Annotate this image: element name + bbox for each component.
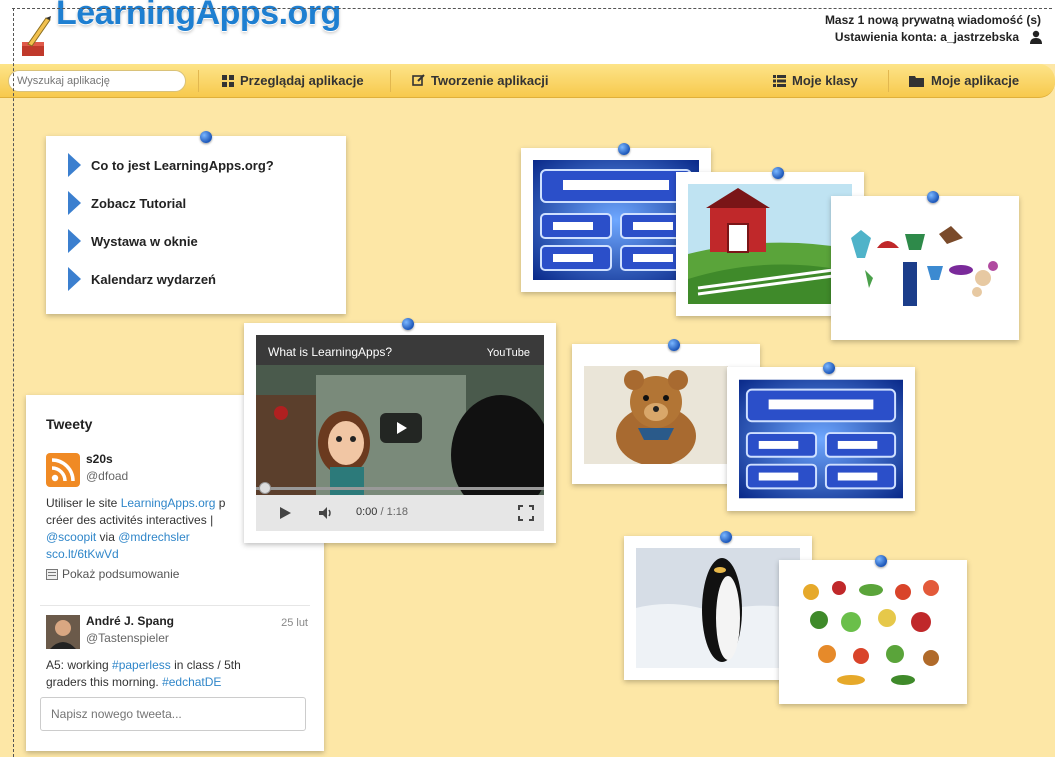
nav-browse-label: Przeglądaj aplikacje xyxy=(240,73,364,88)
pin-icon xyxy=(772,167,784,179)
menu-item-calendar[interactable]: Kalendarz wydarzeń xyxy=(68,267,216,291)
video-player[interactable]: What is LearningApps? YouTube 0:00 / 1:1… xyxy=(256,335,544,531)
tweet-short-link[interactable]: sco.lt/6tKwVd xyxy=(46,546,119,562)
menu-item-showcase[interactable]: Wystawa w oknie xyxy=(68,229,198,253)
nav-my-apps[interactable]: Moje aplikacje xyxy=(909,73,1019,88)
tweet-link[interactable]: LearningApps.org xyxy=(121,496,216,510)
pin-icon xyxy=(618,143,630,155)
play-small-icon[interactable] xyxy=(278,506,292,520)
selection-border xyxy=(13,8,14,757)
pin-icon xyxy=(823,362,835,374)
list-icon xyxy=(773,74,786,87)
tweet-author[interactable]: André J. Spang xyxy=(86,613,174,629)
app-window: LearningApps.org Masz 1 nową prywatną wi… xyxy=(0,0,1055,757)
clothes-image xyxy=(843,208,1007,328)
app-thumbnail-vegetables[interactable] xyxy=(779,555,967,704)
app-thumbnail-clothes[interactable] xyxy=(831,191,1019,340)
video-title[interactable]: What is LearningApps? xyxy=(268,345,392,359)
tweet-hashtag[interactable]: #paperless xyxy=(112,658,171,672)
pin-icon xyxy=(720,531,732,543)
video-card: What is LearningApps? YouTube 0:00 / 1:1… xyxy=(244,318,556,543)
selection-border xyxy=(12,8,1052,9)
tweet-handle[interactable]: @Tastenspieler xyxy=(86,630,169,646)
tweets-title: Tweety xyxy=(46,416,93,432)
video-current-time: 0:00 xyxy=(356,506,378,518)
user-icon[interactable] xyxy=(1029,30,1043,44)
nav-my-apps-label: Moje aplikacje xyxy=(931,73,1020,88)
play-button[interactable] xyxy=(380,413,422,443)
grid-icon xyxy=(222,74,234,87)
menu-item-label: Kalendarz wydarzeń xyxy=(91,271,216,287)
fullscreen-icon[interactable] xyxy=(518,505,534,521)
nav-divider xyxy=(888,70,889,92)
play-icon xyxy=(397,422,407,434)
folder-icon xyxy=(909,75,924,87)
pin-icon xyxy=(875,555,887,567)
tweet-text: in class / 5th xyxy=(170,658,241,672)
show-summary-link[interactable]: Pokaż podsumowanie xyxy=(46,566,179,582)
tweet-text: graders this morning. xyxy=(46,675,163,689)
header-account: Masz 1 nową prywatną wiadomość (s) Ustaw… xyxy=(825,12,1043,46)
tweet-author[interactable]: s20s xyxy=(86,451,113,467)
arrow-right-icon xyxy=(68,191,81,215)
tweet-text: A5: working xyxy=(46,658,113,672)
rss-avatar-icon xyxy=(46,453,80,487)
arrow-right-icon xyxy=(68,229,81,253)
logo-pencil-icon xyxy=(22,16,51,56)
video-duration: / 1:18 xyxy=(380,506,409,518)
nav-create-label: Tworzenie aplikacji xyxy=(431,73,549,88)
progress-handle[interactable] xyxy=(259,482,271,494)
tweet-text: Utiliser le site xyxy=(46,496,121,510)
tweet-text: p xyxy=(215,496,226,510)
tweet-date[interactable]: 25 lut xyxy=(281,615,308,631)
tweet-text: via xyxy=(96,530,119,544)
arrow-right-icon xyxy=(68,267,81,291)
volume-icon[interactable] xyxy=(318,506,334,520)
nav-bar: Przeglądaj aplikacje Tworzenie aplikacji… xyxy=(0,64,1055,98)
tweet-mention[interactable]: @scoopit xyxy=(46,530,96,544)
tweet-handle[interactable]: @dfoad xyxy=(86,468,128,484)
summary-icon xyxy=(46,568,58,580)
menu-item-label: Wystawa w oknie xyxy=(91,233,198,249)
farm-image xyxy=(688,184,852,304)
search-input[interactable] xyxy=(8,70,186,92)
divider xyxy=(40,605,310,606)
youtube-logo[interactable]: YouTube xyxy=(487,347,530,359)
penguin-image xyxy=(636,548,800,668)
menu-item-tutorial[interactable]: Zobacz Tutorial xyxy=(68,191,186,215)
account-settings-link[interactable]: Ustawienia konta: a_jastrzebska xyxy=(825,29,1041,46)
pin-icon xyxy=(402,318,414,330)
message-notice[interactable]: Masz 1 nową prywatną wiadomość (s) xyxy=(825,12,1041,29)
nav-divider xyxy=(198,70,199,92)
nav-divider xyxy=(390,70,391,92)
new-tweet-input[interactable] xyxy=(40,697,306,731)
pin-icon xyxy=(927,191,939,203)
nav-browse-apps[interactable]: Przeglądaj aplikacje xyxy=(222,73,364,88)
tweet-text: créer des activités interactives | xyxy=(46,513,214,527)
arrow-right-icon xyxy=(68,153,81,177)
nav-my-classes[interactable]: Moje klasy xyxy=(773,73,858,88)
info-menu-card: Co to jest LearningApps.org? Zobacz Tuto… xyxy=(46,131,346,314)
quiz-image xyxy=(739,379,903,499)
bear-image xyxy=(584,366,728,464)
menu-item-label: Co to jest LearningApps.org? xyxy=(91,157,274,173)
nav-create-app[interactable]: Tworzenie aplikacji xyxy=(412,73,549,88)
nav-classes-label: Moje klasy xyxy=(792,73,858,88)
tweet-hashtag[interactable]: #edchatDE xyxy=(162,675,221,689)
show-summary-label: Pokaż podsumowanie xyxy=(62,567,180,581)
pin-icon xyxy=(668,339,680,351)
header: LearningApps.org Masz 1 nową prywatną wi… xyxy=(0,0,1055,64)
tweet-mention[interactable]: @mdrechsler xyxy=(118,530,190,544)
app-thumbnail-quiz-2[interactable] xyxy=(727,362,915,511)
edit-icon xyxy=(412,74,425,86)
pin-icon xyxy=(200,131,212,143)
logo[interactable]: LearningApps.org xyxy=(56,0,341,33)
menu-item-what-is[interactable]: Co to jest LearningApps.org? xyxy=(68,153,274,177)
avatar[interactable] xyxy=(46,615,80,649)
menu-item-label: Zobacz Tutorial xyxy=(91,195,187,211)
video-progress-bar[interactable] xyxy=(256,487,544,490)
vegetables-image xyxy=(791,572,955,692)
quiz-image xyxy=(533,160,699,280)
